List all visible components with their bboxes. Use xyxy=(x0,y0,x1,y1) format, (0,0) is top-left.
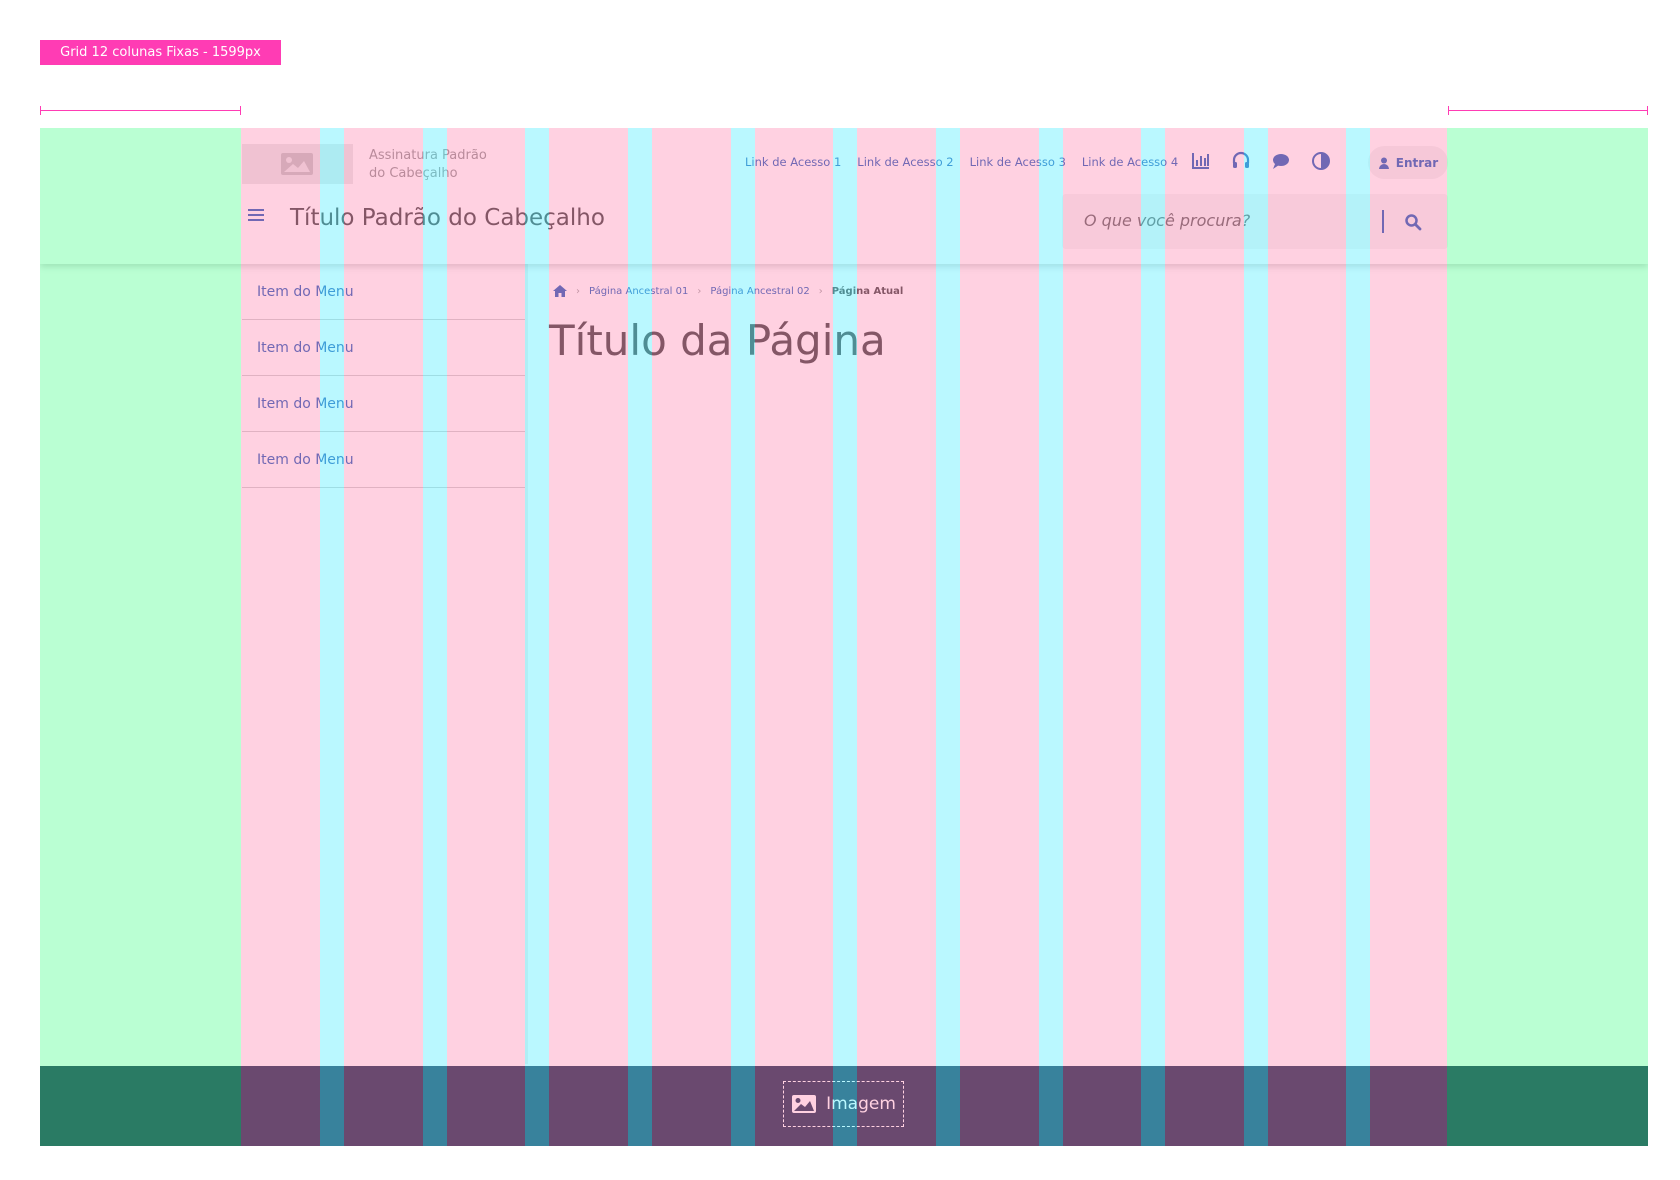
footer-image-placeholder[interactable]: Imagem xyxy=(783,1081,904,1127)
user-icon xyxy=(1378,157,1389,169)
breadcrumb-item[interactable]: Página Ancestral 02 xyxy=(710,286,809,297)
search-placeholder: O que você procura? xyxy=(1084,211,1251,230)
search-separator xyxy=(1382,210,1384,233)
header-signature: Assinatura Padrão do Cabeçalho xyxy=(369,147,487,183)
logo-placeholder[interactable] xyxy=(242,144,353,184)
left-margin-measure xyxy=(40,106,241,115)
menu-item[interactable]: Item do Menu xyxy=(242,432,525,488)
footer: Imagem xyxy=(40,1066,1648,1146)
image-icon xyxy=(792,1095,817,1113)
image-icon xyxy=(281,153,313,175)
access-link-2[interactable]: Link de Acesso 2 xyxy=(857,155,953,169)
access-link-1[interactable]: Link de Acesso 1 xyxy=(745,155,841,169)
footer-image-label: Imagem xyxy=(826,1094,896,1114)
header-title: Título Padrão do Cabeçalho xyxy=(290,205,605,231)
chevron-right-icon: › xyxy=(576,285,580,297)
access-link-4[interactable]: Link de Acesso 4 xyxy=(1082,155,1178,169)
contrast-icon[interactable] xyxy=(1310,150,1332,172)
access-link-3[interactable]: Link de Acesso 3 xyxy=(970,155,1066,169)
chevron-right-icon: › xyxy=(697,285,702,297)
menu-item[interactable]: Item do Menu xyxy=(242,320,525,376)
hamburger-menu-icon[interactable] xyxy=(248,208,264,222)
menu-divider-shadow xyxy=(525,264,528,1064)
breadcrumb-current: Página Atual xyxy=(831,285,904,297)
breadcrumb: › Página Ancestral 01 › Página Ancestral… xyxy=(553,285,903,297)
menu-item[interactable]: Item do Menu xyxy=(242,376,525,432)
home-icon[interactable] xyxy=(553,285,567,297)
grid-label: Grid 12 colunas Fixas - 1599px xyxy=(40,40,281,65)
login-label: Entrar xyxy=(1395,155,1439,170)
chevron-right-icon: › xyxy=(818,285,823,297)
headset-icon[interactable] xyxy=(1230,150,1252,172)
page-mockup: Assinatura Padrão do Cabeçalho Link de A… xyxy=(40,128,1648,1146)
access-links: Link de Acesso 1 Link de Acesso 2 Link d… xyxy=(745,155,1178,169)
search-field[interactable]: O que você procura? xyxy=(1062,194,1448,249)
right-margin-measure xyxy=(1448,106,1648,115)
site-header: Assinatura Padrão do Cabeçalho Link de A… xyxy=(40,128,1648,264)
side-menu: Item do Menu Item do Menu Item do Menu I… xyxy=(242,264,525,488)
signature-line1: Assinatura Padrão xyxy=(369,148,487,163)
chart-icon[interactable] xyxy=(1190,150,1212,172)
menu-item[interactable]: Item do Menu xyxy=(242,264,525,320)
chat-icon[interactable] xyxy=(1270,150,1292,172)
page-title: Título da Página xyxy=(549,316,886,365)
login-button[interactable]: Entrar xyxy=(1368,146,1448,179)
signature-line2: do Cabeçalho xyxy=(369,166,458,181)
search-icon[interactable] xyxy=(1404,213,1422,231)
breadcrumb-item[interactable]: Página Ancestral 01 xyxy=(589,286,688,297)
